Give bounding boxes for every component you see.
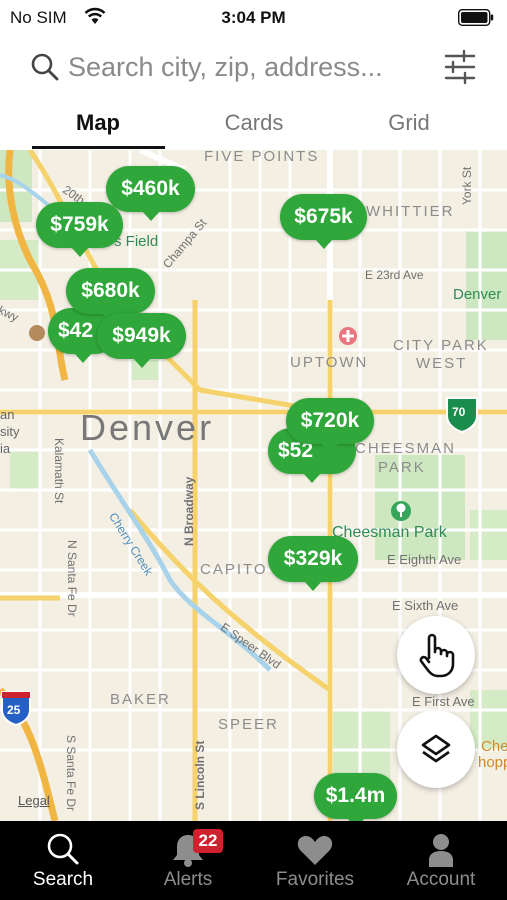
map-label-uptown: UPTOWN (290, 354, 369, 371)
tab-alerts-label: Alerts (163, 869, 213, 890)
street-label-n-santa-fe: N Santa Fe Dr (65, 540, 79, 617)
street-label-york: York St (460, 166, 474, 205)
person-icon (429, 834, 453, 867)
listing-pin[interactable]: $675k (280, 194, 367, 249)
layers-icon (421, 734, 451, 763)
place-label-che: Che (481, 738, 507, 755)
tab-map[interactable]: Map (28, 110, 168, 136)
filter-sliders-icon[interactable] (441, 48, 479, 86)
edge-label-sity: sity (0, 424, 20, 439)
battery-icon (458, 9, 494, 26)
legal-link[interactable]: Legal (18, 793, 50, 808)
search-input[interactable] (68, 52, 428, 83)
street-label-n-broadway: N Broadway (182, 476, 196, 546)
place-label-denver-park: Denver (453, 286, 502, 303)
tab-grid[interactable]: Grid (339, 110, 479, 136)
interstate-25-shield: 25 (7, 703, 21, 717)
active-tab-indicator (32, 146, 165, 149)
street-label-e-23rd: E 23rd Ave (365, 268, 424, 282)
listing-pin[interactable]: $329k (268, 536, 358, 591)
listing-pin[interactable]: $720k (286, 398, 374, 453)
tab-account[interactable]: Account (378, 821, 504, 900)
tab-search[interactable]: Search (0, 821, 126, 900)
street-label-kalamath: Kalamath St (52, 438, 66, 504)
map-view[interactable]: FIVE POINTS WHITTIER UPTOWN CITY PARK WE… (0, 150, 507, 821)
listing-pin[interactable]: $460k (106, 166, 195, 221)
listing-pin[interactable]: $759k (36, 202, 123, 257)
listing-pin[interactable]: $949k (97, 313, 186, 368)
bottom-tab-bar: Search Alerts 22 Favorites Account (0, 821, 507, 900)
street-label-s-santa-fe: S Santa Fe Dr (64, 735, 78, 812)
tab-search-label: Search (32, 869, 94, 890)
map-layers-button[interactable] (397, 710, 475, 788)
alerts-count-badge: 22 (193, 829, 223, 853)
draw-area-button[interactable] (397, 616, 475, 694)
search-bar (0, 40, 507, 96)
street-label-e-first: E First Ave (412, 694, 475, 709)
map-label-five-points: FIVE POINTS (204, 150, 320, 165)
map-label-west: WEST (416, 355, 468, 372)
place-label-hopp: hopp (478, 754, 507, 771)
map-label-capitol: CAPITO (200, 561, 268, 578)
edge-label-ia: ia (0, 441, 11, 456)
tab-favorites[interactable]: Favorites (252, 821, 378, 900)
map-label-speer: SPEER (218, 716, 279, 733)
listing-pin[interactable]: $680k (66, 268, 155, 323)
listing-pin[interactable]: $1.4m (314, 773, 397, 821)
map-label-park: PARK (378, 459, 426, 476)
tab-favorites-label: Favorites (275, 869, 355, 890)
tab-cards[interactable]: Cards (184, 110, 324, 136)
edge-label-an: an (0, 407, 15, 422)
place-label-cheesman-park: Cheesman Park (332, 524, 447, 541)
place-label-field: s Field (114, 233, 159, 250)
map-label-denver: Denver (80, 407, 215, 448)
map-label-cheesman: CHEESMAN (355, 440, 457, 457)
street-label-s-lincoln: S Lincoln St (193, 740, 207, 810)
street-label-e-eighth: E Eighth Ave (387, 552, 462, 567)
clock: 3:04 PM (221, 8, 286, 27)
tab-account-label: Account (406, 869, 476, 890)
view-tabs: Map Cards Grid (0, 104, 507, 150)
search-icon (31, 53, 59, 81)
map-label-whittier: WHITTIER (366, 203, 455, 220)
map-label-city-park: CITY PARK (393, 337, 489, 354)
map-label-baker: BAKER (110, 691, 171, 708)
tab-alerts[interactable]: Alerts (125, 821, 251, 900)
status-bar: No SIM 3:04 PM (0, 0, 507, 34)
street-label-e-sixth: E Sixth Ave (392, 598, 459, 613)
search-icon (47, 833, 79, 865)
hand-pointer-icon (419, 633, 455, 678)
heart-icon (297, 836, 333, 865)
interstate-70-shield: 70 (452, 405, 466, 419)
